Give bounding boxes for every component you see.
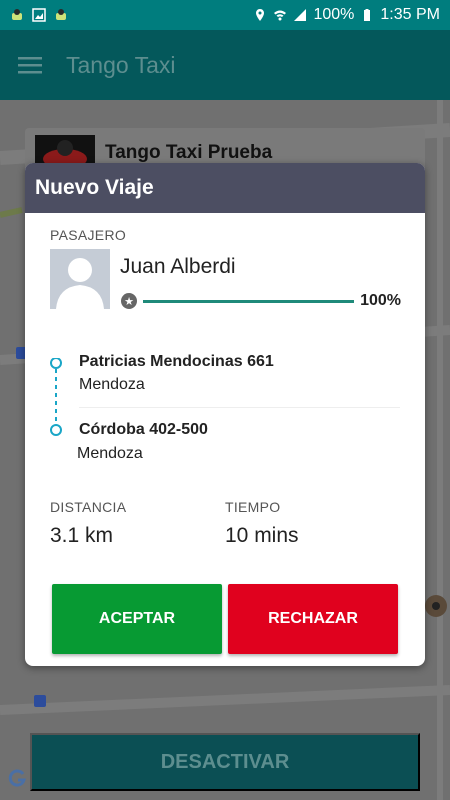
app-title: Tango Taxi xyxy=(66,51,176,78)
new-trip-dialog: Nuevo Viaje PASAJERO Juan Alberdi ★ 100%… xyxy=(25,163,425,666)
taxi-notification-icon xyxy=(12,9,22,20)
star-icon: ★ xyxy=(121,293,137,309)
route-divider xyxy=(79,407,400,408)
accept-button[interactable]: ACEPTAR xyxy=(52,584,222,654)
origin-street: Patricias Mendocinas 661 xyxy=(79,353,274,370)
menu-icon[interactable] xyxy=(18,55,42,75)
passenger-label: PASAJERO xyxy=(50,227,127,243)
time-label: TIEMPO xyxy=(225,499,281,515)
wifi-icon xyxy=(274,10,287,21)
dialog-title: Nuevo Viaje xyxy=(25,163,425,213)
passenger-rating: ★ 100% xyxy=(121,292,401,310)
app-bar: Tango Taxi xyxy=(0,30,450,100)
passenger-name: Juan Alberdi xyxy=(120,255,236,278)
battery-percent: 100% xyxy=(313,6,355,23)
image-notification-icon xyxy=(32,8,46,22)
time-value: 10 mins xyxy=(225,524,299,547)
rating-percent: 100% xyxy=(360,292,401,309)
google-logo xyxy=(8,769,27,787)
route-connector xyxy=(50,358,62,436)
signal-icon xyxy=(294,9,307,21)
destination-street: Córdoba 402-500 xyxy=(79,421,208,438)
reject-button[interactable]: RECHAZAR xyxy=(228,584,398,654)
deactivate-button[interactable]: DESACTIVAR xyxy=(30,733,420,791)
map-poi-icon xyxy=(34,695,46,707)
user-silhouette-icon xyxy=(56,258,104,309)
clock: 1:35 PM xyxy=(380,6,440,23)
origin-city: Mendoza xyxy=(79,376,145,393)
rating-bar xyxy=(143,299,355,303)
notification-icons xyxy=(10,8,68,22)
rating-fill xyxy=(143,299,355,303)
location-icon xyxy=(256,9,265,21)
distance-value: 3.1 km xyxy=(50,524,114,547)
map-marker-icon[interactable] xyxy=(424,594,448,618)
avatar xyxy=(50,249,110,309)
destination-city: Mendoza xyxy=(77,445,143,462)
status-bar: 100% 1:35 PM xyxy=(0,0,450,30)
driver-card-title: Tango Taxi Prueba xyxy=(105,142,273,163)
system-status: 100% 1:35 PM xyxy=(253,6,440,24)
battery-icon xyxy=(364,9,371,21)
taxi-notification-icon xyxy=(56,9,66,20)
distance-label: DISTANCIA xyxy=(50,499,127,515)
